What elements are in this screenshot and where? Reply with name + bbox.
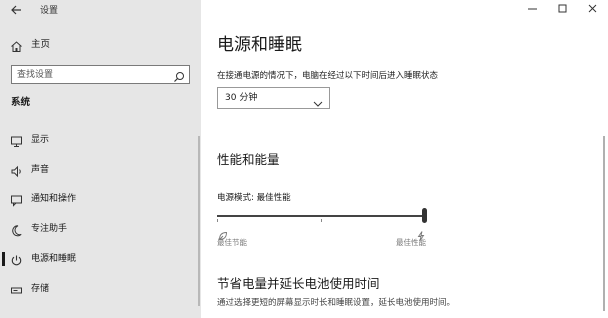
sidebar-scrollbar[interactable] [198,136,200,306]
sidebar-item-label: 通知和操作 [31,194,77,204]
selection-indicator [2,252,5,266]
sidebar-item-display[interactable]: 显示 [0,129,201,151]
notification-icon [10,192,23,207]
maximize-button[interactable] [548,0,578,18]
power-mode-slider[interactable] [217,208,429,224]
sidebar-item-power-sleep[interactable]: 电源和睡眠 [0,248,201,270]
search-icon[interactable] [173,68,186,82]
sidebar-item-label: 电源和睡眠 [31,254,77,264]
sidebar-item-focus-assist[interactable]: 专注助手 [0,218,201,240]
slider-min-label: 最佳节能 [217,238,247,247]
slider-thumb[interactable] [422,208,427,223]
sidebar-item-label: 存储 [31,284,50,294]
battery-description: 通过选择更短的屏幕显示时长和睡眠设置，延长电池使用时间。 [217,298,456,308]
moon-icon [10,222,23,237]
section-heading: 系统 [11,97,31,108]
page-title: 电源和睡眠 [217,35,302,55]
content-scrollbar[interactable] [603,136,605,311]
performance-heading: 性能和能量 [217,152,280,167]
power-icon [10,252,23,266]
back-arrow-icon[interactable] [10,4,24,18]
slider-tick [321,219,322,222]
nav-home-label: 主页 [31,39,51,50]
search-placeholder: 查找设置 [17,70,54,80]
search-input[interactable]: 查找设置 [11,65,190,84]
nav-home[interactable]: 主页 [0,35,201,55]
app-title: 设置 [40,6,59,16]
slider-tick [217,219,218,222]
storage-icon [10,282,23,295]
sleep-time-dropdown[interactable]: 30 分钟 [217,87,330,109]
slider-max-label: 最佳性能 [396,238,426,247]
power-mode-label: 电源模式: 最佳性能 [217,193,291,203]
sidebar-item-label: 专注助手 [31,224,68,234]
sleep-description: 在接通电源的情况下，电脑在经过以下时间后进入睡眠状态 [217,71,439,81]
close-button[interactable] [578,0,608,18]
home-icon [10,38,24,52]
leaf-icon [218,226,228,240]
slider-track [217,215,424,217]
sidebar-item-storage[interactable]: 存储 [0,278,201,300]
sleep-time-value: 30 分钟 [225,93,258,103]
sidebar: 设置 主页 查找设置 系统 显示 声音 通知和操作 专注助手 电源和睡眠 存储 [0,0,201,318]
content-pane: 电源和睡眠 在接通电源的情况下，电脑在经过以下时间后进入睡眠状态 30 分钟 性… [201,0,608,318]
minimize-button[interactable] [518,0,548,18]
speaker-icon [10,163,23,178]
chevron-down-icon [313,94,323,107]
lightning-icon [416,226,426,241]
sidebar-item-sound[interactable]: 声音 [0,159,201,181]
sidebar-item-label: 声音 [31,165,50,175]
sidebar-item-label: 显示 [31,135,50,145]
monitor-icon [10,133,23,147]
sidebar-item-notifications[interactable]: 通知和操作 [0,188,201,210]
battery-heading: 节省电量并延长电池使用时间 [217,276,380,291]
